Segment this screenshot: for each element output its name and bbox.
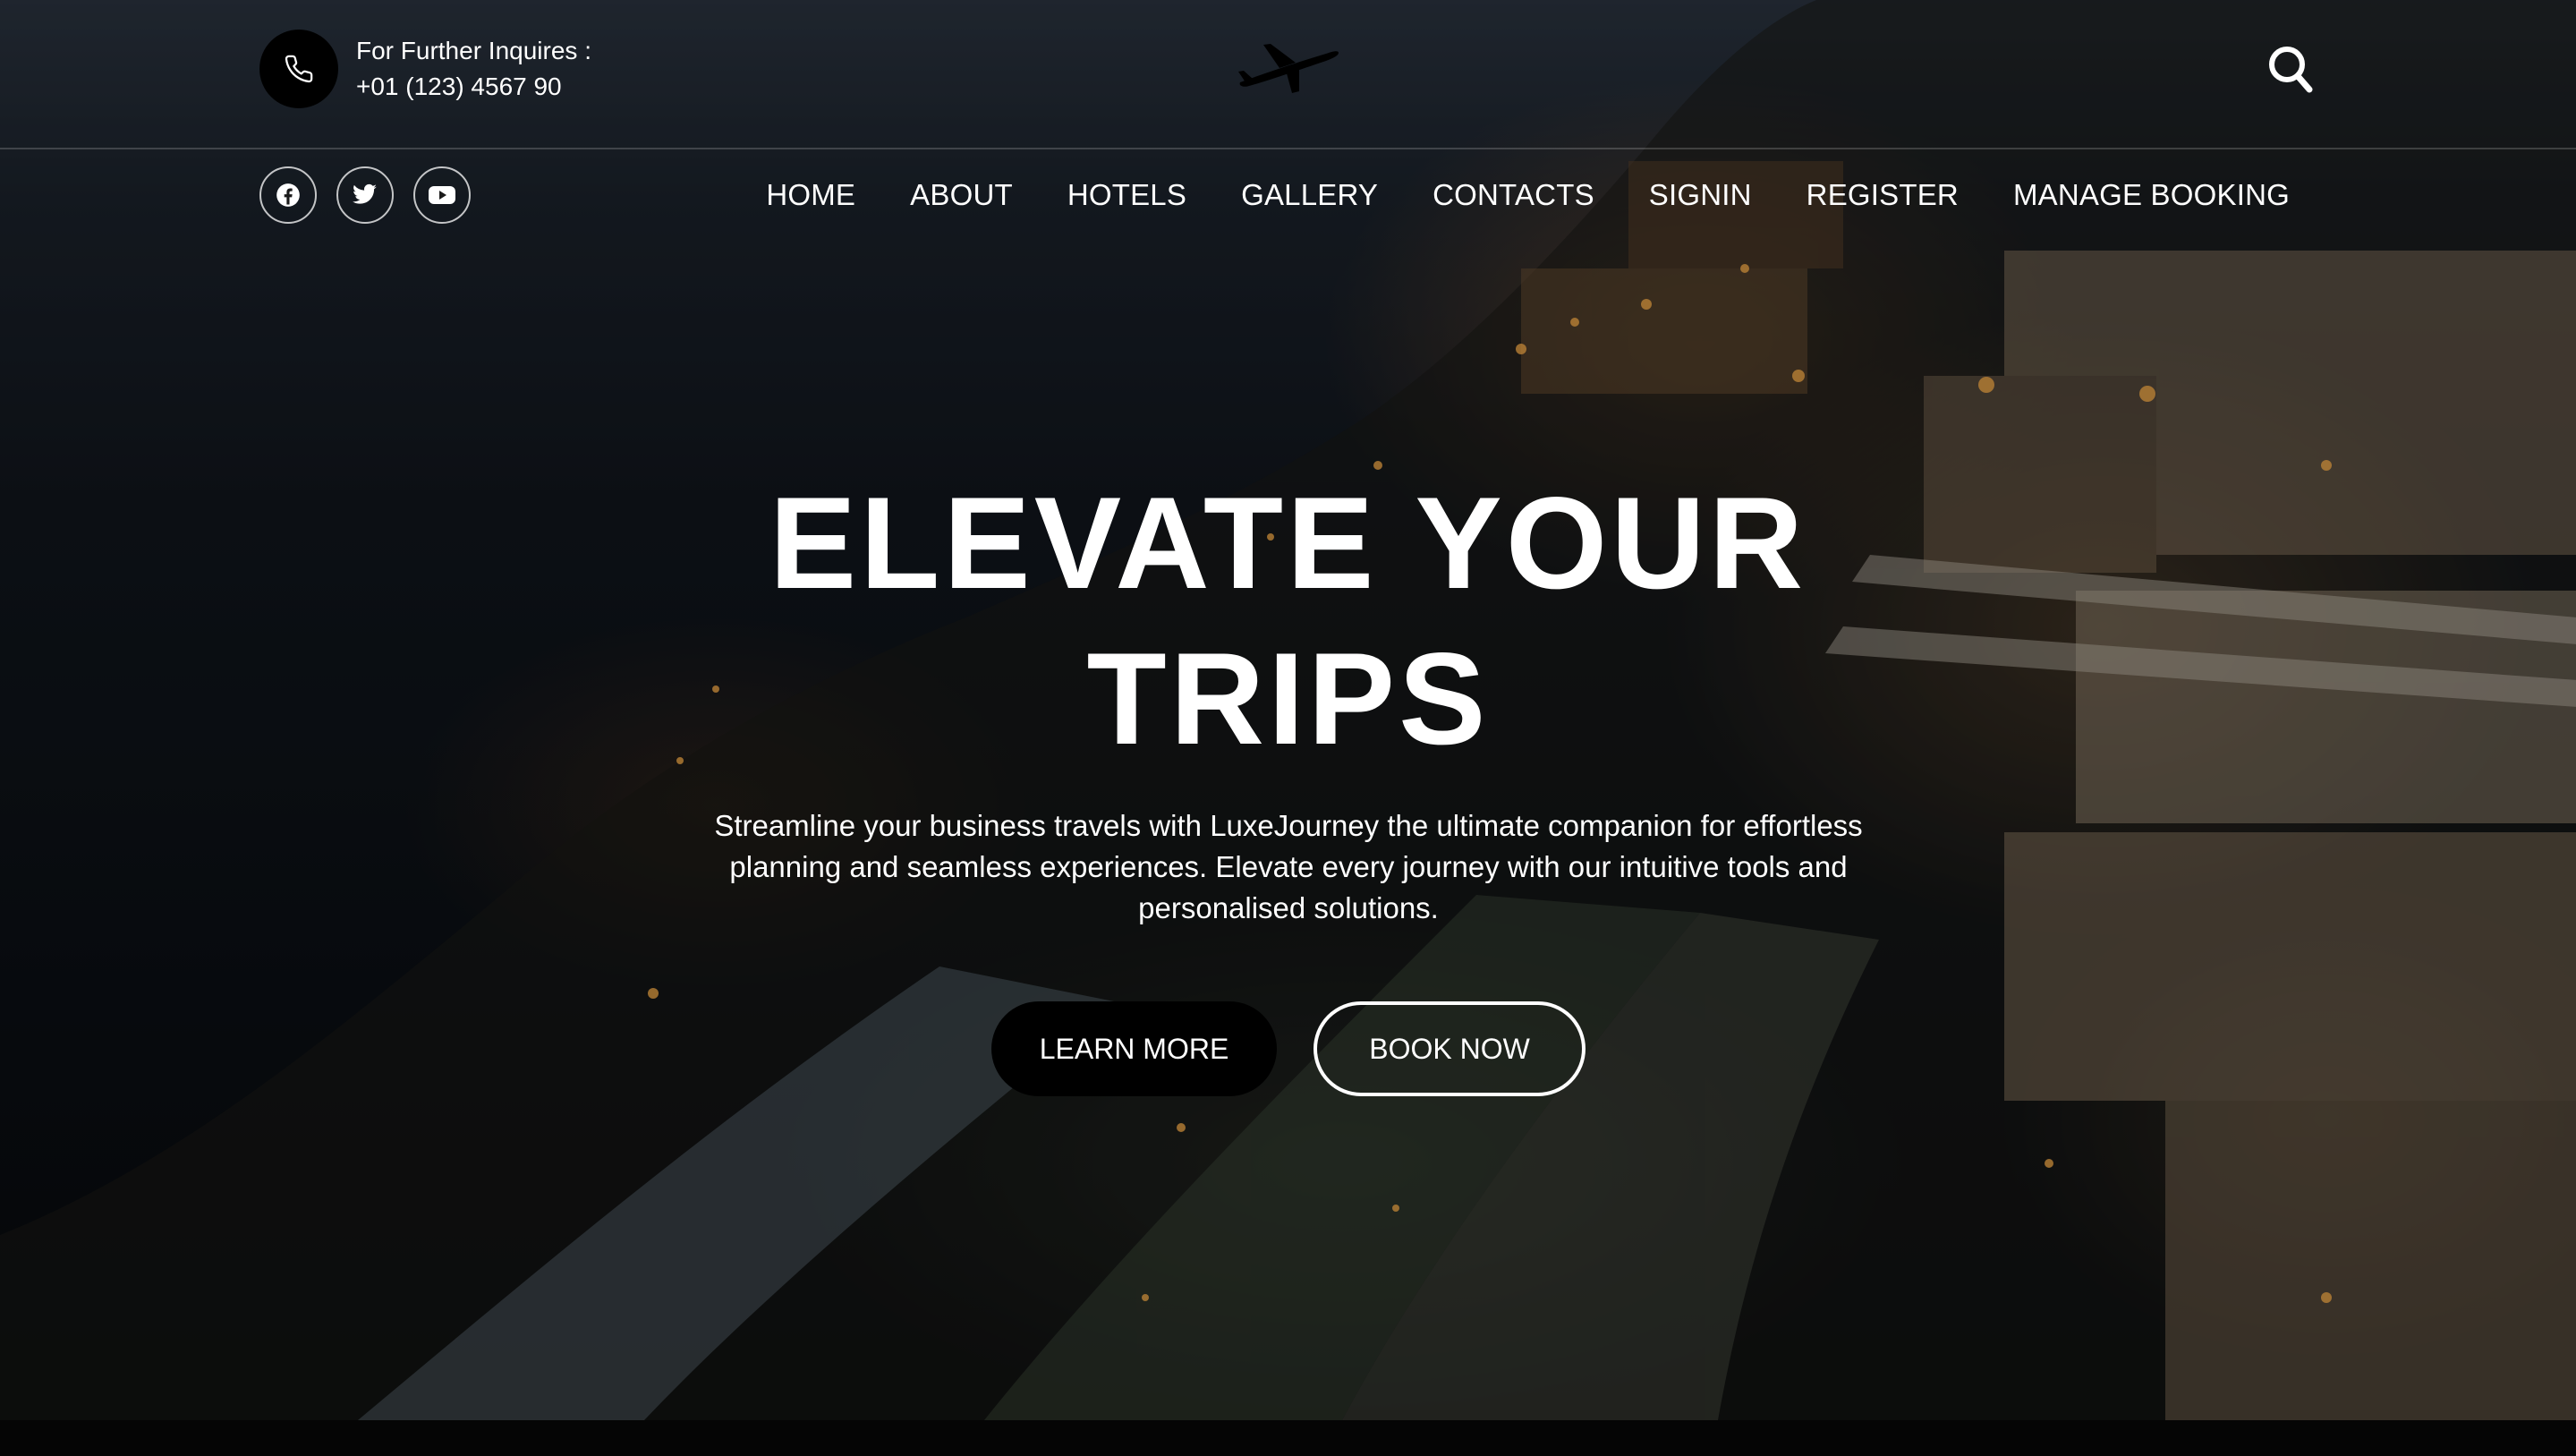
search-icon[interactable]	[2268, 45, 2313, 95]
top-bar: For Further Inquires : +01 (123) 4567 90	[0, 0, 2576, 149]
contact-phone[interactable]: +01 (123) 4567 90	[356, 69, 591, 105]
phone-icon[interactable]	[259, 30, 338, 108]
hero-headline-line1: ELEVATE YOUR	[769, 470, 1807, 616]
social-links	[259, 166, 490, 224]
nav-item-contacts[interactable]: CONTACTS	[1433, 174, 1594, 217]
nav-item-hotels[interactable]: HOTELS	[1067, 174, 1186, 217]
nav-item-gallery[interactable]: GALLERY	[1241, 174, 1378, 217]
twitter-icon[interactable]	[336, 166, 394, 224]
learn-more-button[interactable]: LEARN MORE	[991, 1001, 1277, 1096]
youtube-icon[interactable]	[413, 166, 471, 224]
contact-label: For Further Inquires :	[356, 37, 591, 64]
hero-headline-line2: TRIPS	[1086, 626, 1490, 771]
bottom-band	[0, 1420, 2576, 1456]
airplane-icon[interactable]	[1237, 41, 1340, 99]
facebook-icon[interactable]	[259, 166, 317, 224]
hero-buttons: LEARN MORE BOOK NOW	[991, 1001, 1586, 1096]
hero-description: Streamline your business travels with Lu…	[714, 809, 1863, 924]
landing-page: For Further Inquires : +01 (123) 4567 90	[0, 0, 2576, 1456]
nav-item-manage-booking[interactable]: MANAGE BOOKING	[2013, 174, 2290, 217]
nav-item-home[interactable]: HOME	[766, 174, 855, 217]
book-now-button[interactable]: BOOK NOW	[1314, 1001, 1586, 1096]
contact-text: For Further Inquires : +01 (123) 4567 90	[356, 33, 591, 105]
nav-item-signin[interactable]: SIGNIN	[1649, 174, 1752, 217]
contact-info: For Further Inquires : +01 (123) 4567 90	[259, 30, 591, 108]
nav-item-about[interactable]: ABOUT	[910, 174, 1013, 217]
main-nav: HOME ABOUT HOTELS GALLERY CONTACTS SIGNI…	[766, 174, 2290, 217]
hero-headline: ELEVATE YOUR TRIPS	[0, 465, 2576, 777]
nav-item-register[interactable]: REGISTER	[1807, 174, 1959, 217]
